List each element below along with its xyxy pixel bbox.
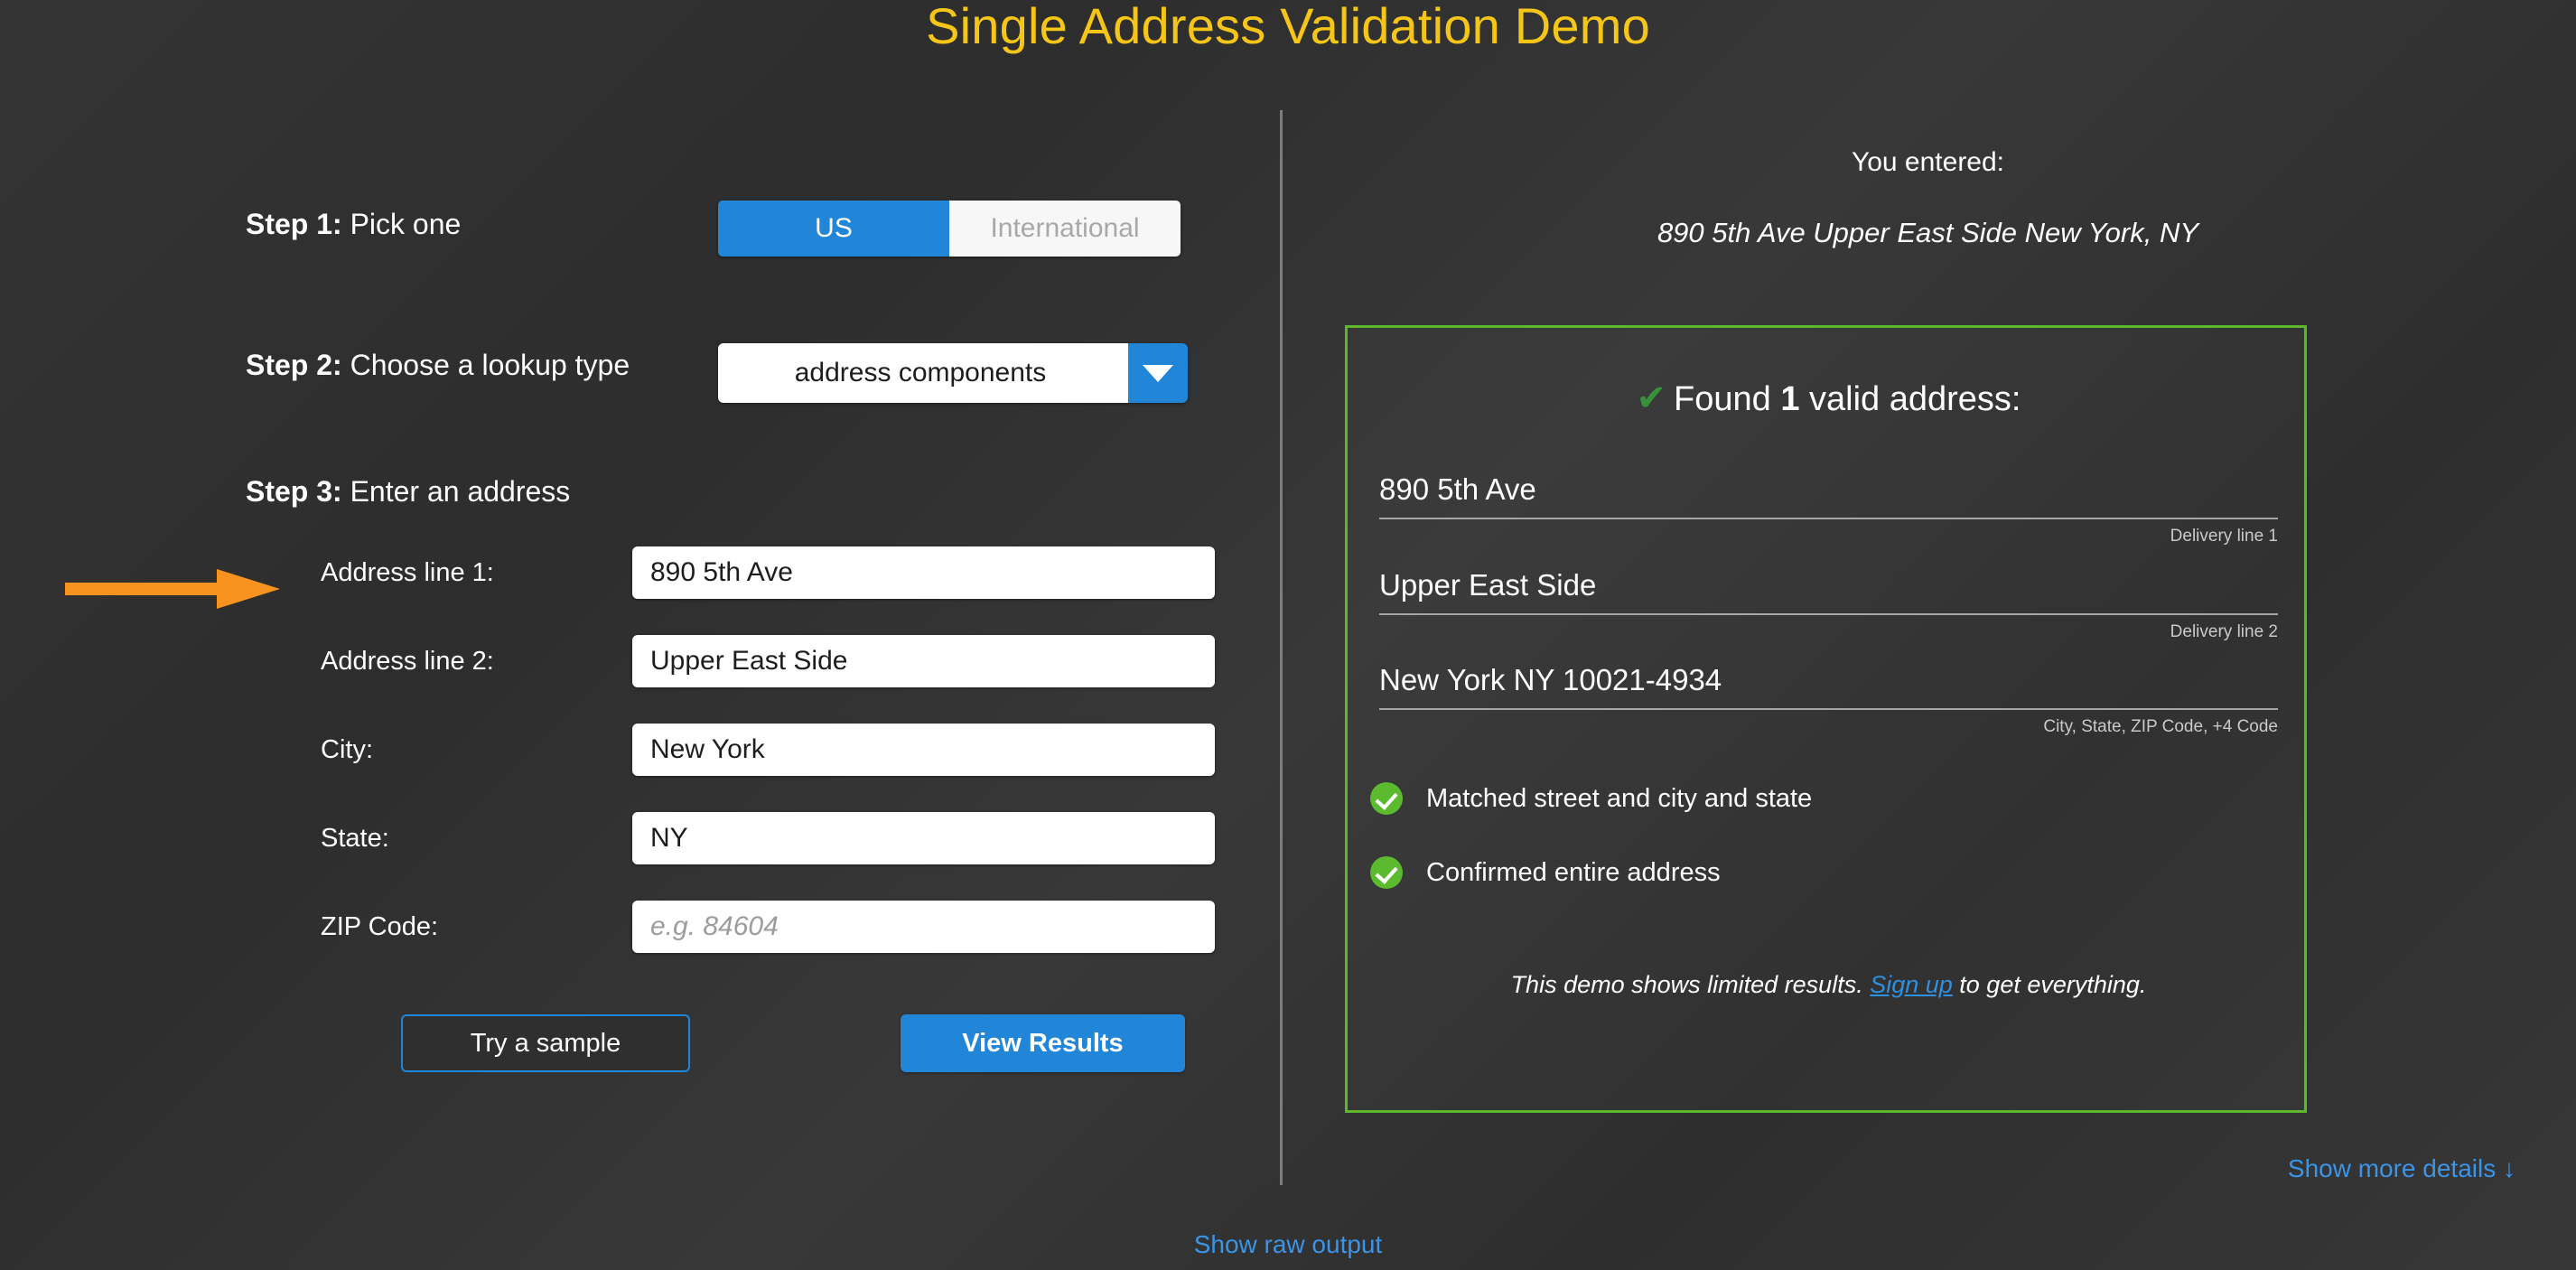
step-1-label: Step 1: Pick one [246,208,461,241]
step-3-label: Step 3: Enter an address [246,475,570,509]
toggle-option-international[interactable]: International [949,201,1181,257]
try-a-sample-button[interactable]: Try a sample [401,1014,690,1072]
check-circle-icon [1370,782,1403,815]
result-address-line: Upper East Side Delivery line 2 [1379,568,2278,642]
address-line-2-input[interactable] [632,635,1215,687]
zip-code-input[interactable] [632,901,1215,953]
result-address-caption: City, State, ZIP Code, +4 Code [2043,717,2278,736]
found-summary: ✔ Found 1 valid address: [1348,378,2310,419]
field-row-address-line-1: Address line 1: [321,544,1269,602]
country-toggle[interactable]: US International [718,201,1181,257]
step-3-row: Step 3: Enter an address [246,475,570,509]
step-2-text: Choose a lookup type [341,349,630,381]
lookup-type-value[interactable]: address components [718,343,1128,403]
label-address-line-1: Address line 1: [321,557,494,587]
label-zip-code: ZIP Code: [321,911,439,941]
sign-up-link[interactable]: Sign up [1870,971,1953,998]
address-line-1-input[interactable] [632,546,1215,599]
show-raw-output-link[interactable]: Show raw output [0,1230,2576,1259]
step-1-text: Pick one [341,208,462,240]
field-row-city: City: [321,721,1269,779]
step-1-number: Step 1: [246,208,342,240]
form-column: Step 1: Pick one US International Step 2… [0,0,1280,1270]
result-address-value: New York NY 10021-4934 [1379,663,2278,710]
view-results-button[interactable]: View Results [901,1014,1185,1072]
lookup-type-select[interactable]: address components [718,343,1188,403]
result-address-line: 890 5th Ave Delivery line 1 [1379,472,2278,546]
step-2-number: Step 2: [246,349,342,381]
result-address-caption: Delivery line 2 [2170,622,2278,641]
check-circle-icon [1370,856,1403,889]
demo-limited-note: This demo shows limited results. Sign up… [1348,971,2310,999]
result-address-line: New York NY 10021-4934 City, State, ZIP … [1379,663,2278,737]
found-suffix: valid address: [1799,380,2021,418]
found-count: 1 [1780,380,1800,418]
result-address-value: Upper East Side [1379,568,2278,615]
result-address-caption: Delivery line 1 [2170,527,2278,546]
step-2-row: Step 2: Choose a lookup type [246,349,630,382]
step-2-label: Step 2: Choose a lookup type [246,349,630,382]
field-row-state: State: [321,809,1269,867]
found-prefix: Found [1674,380,1781,418]
step-3-number: Step 3: [246,475,342,508]
status-text: Matched street and city and state [1426,783,1813,813]
label-city: City: [321,734,373,764]
chevron-down-icon[interactable] [1128,343,1188,403]
step-1-row: Step 1: Pick one [246,208,461,241]
toggle-option-us[interactable]: US [718,201,949,257]
city-input[interactable] [632,724,1215,776]
validation-result-box: ✔ Found 1 valid address: 890 5th Ave Deli… [1345,325,2307,1113]
state-input[interactable] [632,812,1215,864]
page-root: Single Address Validation Demo Step 1: P… [0,0,2576,1270]
arrow-right-icon [65,569,280,609]
demo-note-before: This demo shows limited results. [1510,971,1871,998]
field-row-address-line-2: Address line 2: [321,632,1269,690]
demo-note-after: to get everything. [1952,971,2147,998]
status-text: Confirmed entire address [1426,857,1721,887]
you-entered-label: You entered: [1851,147,2005,177]
results-column: You entered: 890 5th Ave Upper East Side… [1280,0,2576,1270]
result-address-value: 890 5th Ave [1379,472,2278,519]
check-icon: ✔ [1636,378,1667,418]
show-more-details-link[interactable]: Show more details ↓ [1280,1154,2515,1183]
step-3-text: Enter an address [341,475,571,508]
label-address-line-2: Address line 2: [321,646,494,676]
status-row: Confirmed entire address [1370,856,1721,889]
you-entered-value: 890 5th Ave Upper East Side New York, NY [1657,217,2199,248]
status-row: Matched street and city and state [1370,782,1812,815]
label-state: State: [321,823,389,853]
field-row-zip-code: ZIP Code: [321,898,1269,956]
